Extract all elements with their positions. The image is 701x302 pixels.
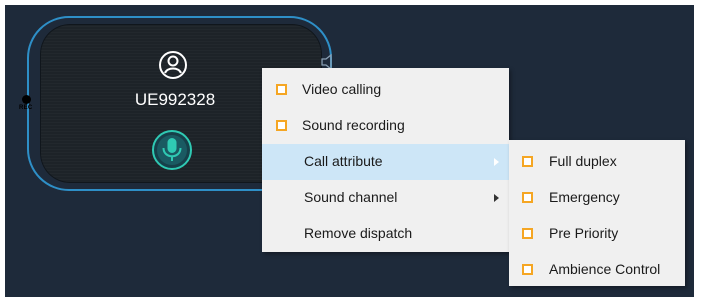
record-indicator [22, 95, 31, 104]
dispatch-canvas: REC UE992328 Video calling Sound recordi… [5, 5, 694, 297]
menu-item-video-calling[interactable]: Video calling [262, 72, 509, 108]
record-label: REC [19, 105, 33, 111]
submenu-item-emergency[interactable]: Emergency [509, 180, 685, 216]
submenu-item-label: Ambience Control [549, 261, 661, 277]
menu-item-label: Video calling [302, 81, 382, 97]
menu-item-sound-channel[interactable]: Sound channel [262, 180, 509, 216]
menu-item-label: Sound channel [304, 189, 398, 205]
emergency-checkbox[interactable] [522, 192, 533, 203]
call-attribute-submenu: Full duplex Emergency Pre Priority Ambie… [509, 140, 685, 286]
context-menu: Video calling Sound recording Call attri… [262, 68, 509, 252]
submenu-item-pre-priority[interactable]: Pre Priority [509, 216, 685, 252]
submenu-item-label: Full duplex [549, 153, 617, 169]
device-id: UE992328 [134, 90, 216, 109]
submenu-item-ambience-control[interactable]: Ambience Control [509, 252, 685, 288]
submenu-arrow-icon [494, 194, 499, 202]
submenu-item-full-duplex[interactable]: Full duplex [509, 144, 685, 180]
sound-recording-checkbox[interactable] [276, 120, 287, 131]
menu-item-label: Sound recording [302, 117, 405, 133]
user-icon [159, 51, 187, 79]
menu-item-label: Call attribute [304, 153, 383, 169]
full-duplex-checkbox[interactable] [522, 156, 533, 167]
submenu-item-label: Emergency [549, 189, 620, 205]
microphone-button[interactable] [151, 129, 193, 171]
menu-item-sound-recording[interactable]: Sound recording [262, 108, 509, 144]
menu-item-call-attribute[interactable]: Call attribute [262, 144, 509, 180]
submenu-arrow-icon [494, 158, 499, 166]
submenu-item-label: Pre Priority [549, 225, 619, 241]
menu-item-label: Remove dispatch [304, 225, 413, 241]
menu-item-remove-dispatch[interactable]: Remove dispatch [262, 216, 509, 252]
pre-priority-checkbox[interactable] [522, 228, 533, 239]
ambience-control-checkbox[interactable] [522, 264, 533, 275]
video-calling-checkbox[interactable] [276, 84, 287, 95]
